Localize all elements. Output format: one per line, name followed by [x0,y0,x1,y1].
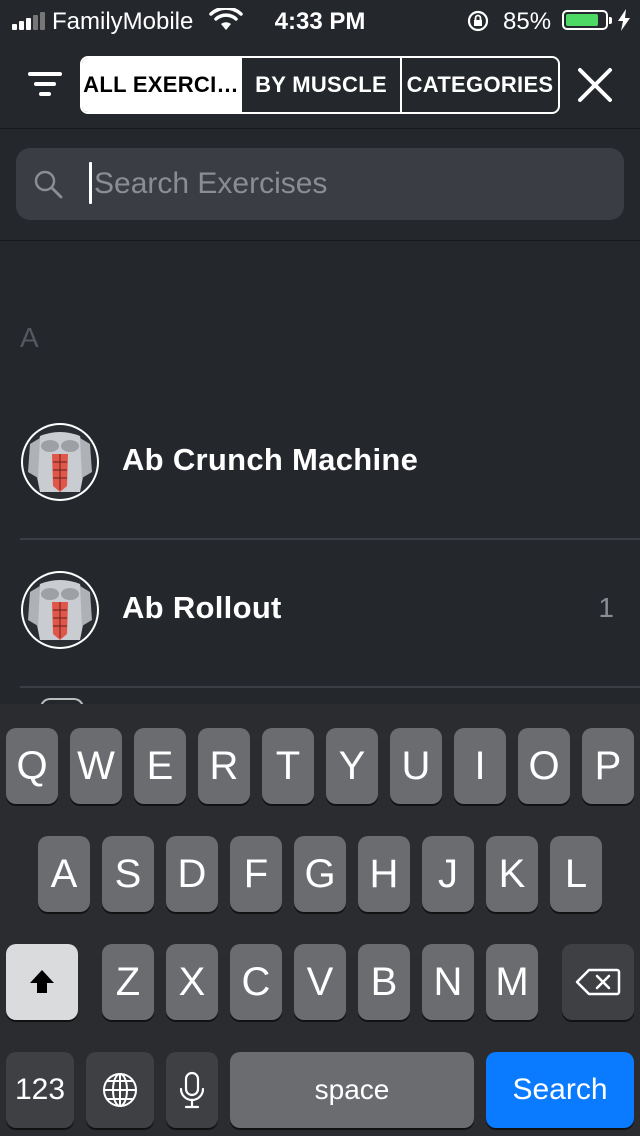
key-w[interactable]: W [70,728,122,804]
list-item[interactable]: Ab Rollout 1 [20,538,640,688]
search-bar[interactable] [16,148,624,220]
search-key[interactable]: Search [486,1052,634,1128]
key-h[interactable]: H [358,836,410,912]
shift-icon [30,970,54,993]
search-icon [34,170,63,199]
key-d[interactable]: D [166,836,218,912]
view-segmented-control: ALL EXERCI… BY MUSCLE CATEGORIES [80,56,560,114]
key-e[interactable]: E [134,728,186,804]
key-a[interactable]: A [38,836,90,912]
exercise-name: Ab Crunch Machine [122,442,419,477]
filter-icon[interactable] [22,66,68,106]
key-k[interactable]: K [486,836,538,912]
section-header-a: A [20,322,39,353]
status-bar: FamilyMobile 4:33 PM 85% [0,0,640,40]
numbers-key[interactable]: 123 [6,1052,74,1128]
key-y[interactable]: Y [326,728,378,804]
key-i[interactable]: I [454,728,506,804]
key-o[interactable]: O [518,728,570,804]
tab-categories[interactable]: CATEGORIES [400,58,558,112]
charging-icon [618,9,630,31]
key-b[interactable]: B [358,944,410,1020]
battery-icon [562,10,612,30]
key-l[interactable]: L [550,836,602,912]
orientation-lock-icon [467,10,489,32]
exercise-name: Ab Rollout [122,590,282,625]
tab-all-exercises[interactable]: ALL EXERCI… [82,58,240,112]
exercise-count: 1 [598,592,614,623]
globe-icon [103,1073,137,1107]
close-icon[interactable] [574,64,616,106]
search-area [0,130,640,241]
delete-key[interactable] [562,944,634,1020]
key-t[interactable]: T [262,728,314,804]
dictation-key[interactable] [166,1052,218,1128]
search-input[interactable] [92,160,616,208]
key-r[interactable]: R [198,728,250,804]
globe-key[interactable] [86,1052,154,1128]
key-x[interactable]: X [166,944,218,1020]
abs-muscle-icon [21,571,99,649]
key-m[interactable]: M [486,944,538,1020]
shift-key[interactable] [6,944,78,1020]
list-item[interactable]: Ab Crunch Machine [20,390,640,540]
microphone-icon [179,1071,205,1109]
key-j[interactable]: J [422,836,474,912]
key-f[interactable]: F [230,836,282,912]
key-u[interactable]: U [390,728,442,804]
key-n[interactable]: N [422,944,474,1020]
keyboard: Q W E R T Y U I O P A S D F G H J K L Z … [0,704,640,1136]
battery-percent: 85% [503,8,552,35]
backspace-icon [575,968,621,996]
key-v[interactable]: V [294,944,346,1020]
key-s[interactable]: S [102,836,154,912]
abs-muscle-icon [21,423,99,501]
key-z[interactable]: Z [102,944,154,1020]
key-c[interactable]: C [230,944,282,1020]
key-g[interactable]: G [294,836,346,912]
key-q[interactable]: Q [6,728,58,804]
tab-by-muscle[interactable]: BY MUSCLE [240,58,400,112]
top-bar: ALL EXERCI… BY MUSCLE CATEGORIES [0,50,640,129]
space-key[interactable]: space [230,1052,474,1128]
key-p[interactable]: P [582,728,634,804]
